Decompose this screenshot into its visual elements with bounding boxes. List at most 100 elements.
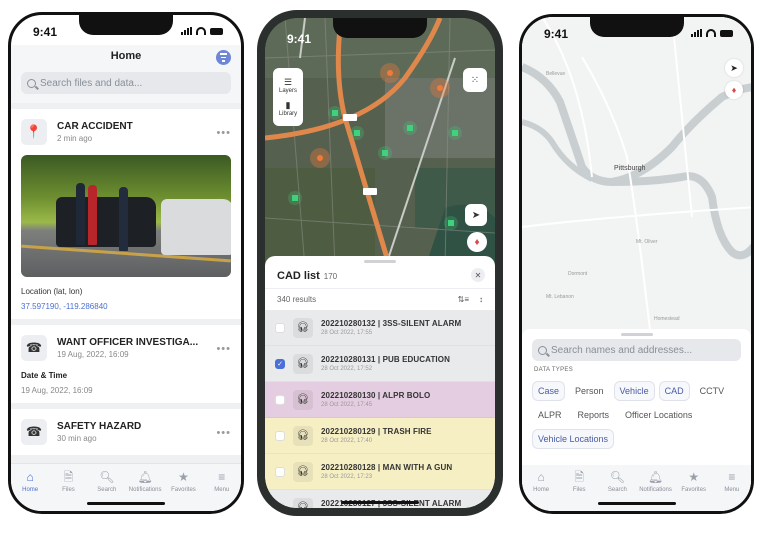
phone-notch xyxy=(333,18,427,38)
card-title: WANT OFFICER INVESTIGA... xyxy=(57,337,199,348)
tab-files[interactable]: 🗎 Files xyxy=(50,470,86,511)
map-layer-controls: ☰ Layers ▮ Library xyxy=(273,68,303,126)
feed-card[interactable]: 📍 CAR ACCIDENT 2 min ago ••• Location (l… xyxy=(11,109,241,319)
chip-cctv[interactable]: CCTV xyxy=(693,381,731,401)
tab-home[interactable]: ⌂ Home xyxy=(12,470,48,511)
search-input[interactable]: Search files and data... xyxy=(21,72,231,94)
phone-icon: ☎ xyxy=(21,335,47,361)
feed-card[interactable]: ☎ WANT OFFICER INVESTIGA... 19 Aug, 2022… xyxy=(11,325,241,403)
home-indicator xyxy=(87,502,165,505)
chip-officer-locations[interactable]: Officer Locations xyxy=(619,405,699,425)
reorder-icon[interactable]: ↕ xyxy=(479,295,483,304)
map-place-label: Mt. Oliver xyxy=(636,239,658,245)
row-checkbox[interactable] xyxy=(275,430,285,441)
search-input[interactable]: Search names and addresses... xyxy=(532,339,741,361)
feed-list: 📍 CAR ACCIDENT 2 min ago ••• Location (l… xyxy=(11,103,241,465)
tab-label: Files xyxy=(572,487,586,493)
chip-vehicle-locations[interactable]: Vehicle Locations xyxy=(532,429,615,449)
map-place-label: Dormont xyxy=(568,271,588,277)
home-indicator xyxy=(597,502,676,505)
data-types-label: DATA TYPES xyxy=(534,367,574,373)
star-icon: ★ xyxy=(178,470,189,484)
cad-row[interactable]: 🎧︎202210280127 | 3SS-SILENT ALARM28 Oct … xyxy=(265,490,495,508)
tab-label: Menu xyxy=(214,487,230,493)
row-checkbox[interactable]: ✓ xyxy=(275,358,285,369)
signal-icon xyxy=(181,27,192,35)
cad-list-title: CAD list 170 xyxy=(277,270,337,282)
tab-home[interactable]: ⌂ Home xyxy=(523,470,559,511)
tab-label: Notifications xyxy=(128,487,162,493)
library-button[interactable]: ▮ Library xyxy=(279,100,297,117)
map-place-label: Bellevue xyxy=(546,71,566,77)
feed-card[interactable]: ☎ SAFETY HAZARD 30 min ago ••• xyxy=(11,409,241,455)
search-placeholder: Search files and data... xyxy=(40,77,143,89)
locate-button[interactable]: ➤ xyxy=(465,204,487,226)
cad-row[interactable]: 🎧︎ 202210280132 | 3SS-SILENT ALARM 28 Oct … xyxy=(265,310,495,346)
row-checkbox[interactable] xyxy=(275,466,285,477)
card-title: SAFETY HAZARD xyxy=(57,421,142,432)
cad-count: 170 xyxy=(323,272,338,281)
cad-row[interactable]: 🎧︎ 202210280130 | ALPR BOLO 28 Oct 2022, 1… xyxy=(265,382,495,418)
tab-favorites[interactable]: ★ Favorites xyxy=(165,470,201,511)
accident-photo[interactable] xyxy=(21,155,231,277)
card-subtitle: 30 min ago xyxy=(57,434,97,443)
row-checkbox[interactable] xyxy=(275,322,285,333)
tab-menu[interactable]: ≡ Menu xyxy=(204,470,240,511)
more-options-icon[interactable]: ••• xyxy=(216,127,231,139)
status-time: 9:41 xyxy=(33,25,58,39)
tab-label: Notifications xyxy=(639,487,672,493)
close-button[interactable]: ✕ xyxy=(471,268,485,282)
more-options-icon[interactable]: ••• xyxy=(216,427,231,439)
layers-icon: ☰ xyxy=(283,77,293,87)
menu-icon: ≡ xyxy=(218,470,226,484)
locate-button[interactable]: ➤ xyxy=(725,59,743,77)
cad-title: 202210280131 | PUB EDUCATION xyxy=(321,355,450,364)
search-icon: 🔍︎ xyxy=(609,470,625,484)
chip-case[interactable]: Case xyxy=(532,381,566,401)
sheet-grabber[interactable] xyxy=(620,333,653,336)
cad-row[interactable]: ✓ 🎧︎ 202210280131 | PUB EDUCATION 28 Oct 20… xyxy=(265,346,495,382)
tab-label: Favorites xyxy=(171,487,196,493)
tab-menu[interactable]: ≡ Menu xyxy=(714,470,750,511)
filter-icon[interactable] xyxy=(216,50,231,65)
more-options-icon[interactable]: ••• xyxy=(216,343,231,355)
satellite-map-graphics xyxy=(265,18,495,268)
headset-icon: 🎧︎ xyxy=(293,461,313,482)
phone-search-screen: Bellevue Pittsburgh Mt. Oliver Mt. Leban… xyxy=(519,14,754,514)
wifi-icon xyxy=(196,27,206,35)
tab-files[interactable]: 🗎 Files xyxy=(561,470,597,511)
layers-button[interactable]: ☰ Layers xyxy=(279,77,297,94)
cad-title: 202210280130 | ALPR BOLO xyxy=(321,391,431,400)
sheet-grabber[interactable] xyxy=(364,260,396,263)
chip-person[interactable]: Person xyxy=(569,381,610,401)
row-checkbox[interactable] xyxy=(275,502,285,508)
chip-alpr[interactable]: ALPR xyxy=(532,405,568,425)
cad-row[interactable]: 🎧︎ 202210280128 | MAN WITH A GUN 28 Oct 20… xyxy=(265,454,495,490)
headset-icon: 🎧︎ xyxy=(293,389,313,410)
compass-button[interactable]: ♦ xyxy=(467,232,487,252)
home-indicator xyxy=(341,501,419,504)
cad-row[interactable]: 🎧︎ 202210280129 | TRASH FIRE 28 Oct 2022, … xyxy=(265,418,495,454)
cad-date: 28 Oct 2022, 17:40 xyxy=(321,438,373,444)
library-label: Library xyxy=(278,111,298,117)
sort-icon[interactable]: ⇅≡ xyxy=(458,295,469,304)
location-link[interactable]: 37.597190, -119.286840 xyxy=(21,302,231,311)
phone-notch xyxy=(589,17,684,37)
chip-reports[interactable]: Reports xyxy=(571,405,616,425)
chip-vehicle[interactable]: Vehicle xyxy=(613,381,655,401)
compass-icon: ♦ xyxy=(731,85,737,95)
wifi-icon xyxy=(706,29,716,37)
close-icon: ✕ xyxy=(474,270,482,280)
tab-favorites[interactable]: ★ Favorites xyxy=(676,470,712,511)
map-place-label: Homestead xyxy=(654,316,680,322)
cluster-button[interactable]: ⁙ xyxy=(463,68,487,92)
results-bar: 340 results ⇅≡ ↕ xyxy=(265,288,495,310)
compass-icon: ♦ xyxy=(474,236,480,248)
chip-cad[interactable]: CAD xyxy=(658,381,690,401)
phone-cad-screen: 9:41 ☰ Layers ▮ Library ⁙ ➤ ♦ CAD list 17… xyxy=(257,10,503,516)
row-checkbox[interactable] xyxy=(275,394,285,405)
compass-button[interactable]: ♦ xyxy=(725,81,743,99)
star-icon: ★ xyxy=(688,470,700,484)
headset-icon: 🎧︎ xyxy=(293,353,313,374)
map-city-label: Pittsburgh xyxy=(614,165,646,172)
